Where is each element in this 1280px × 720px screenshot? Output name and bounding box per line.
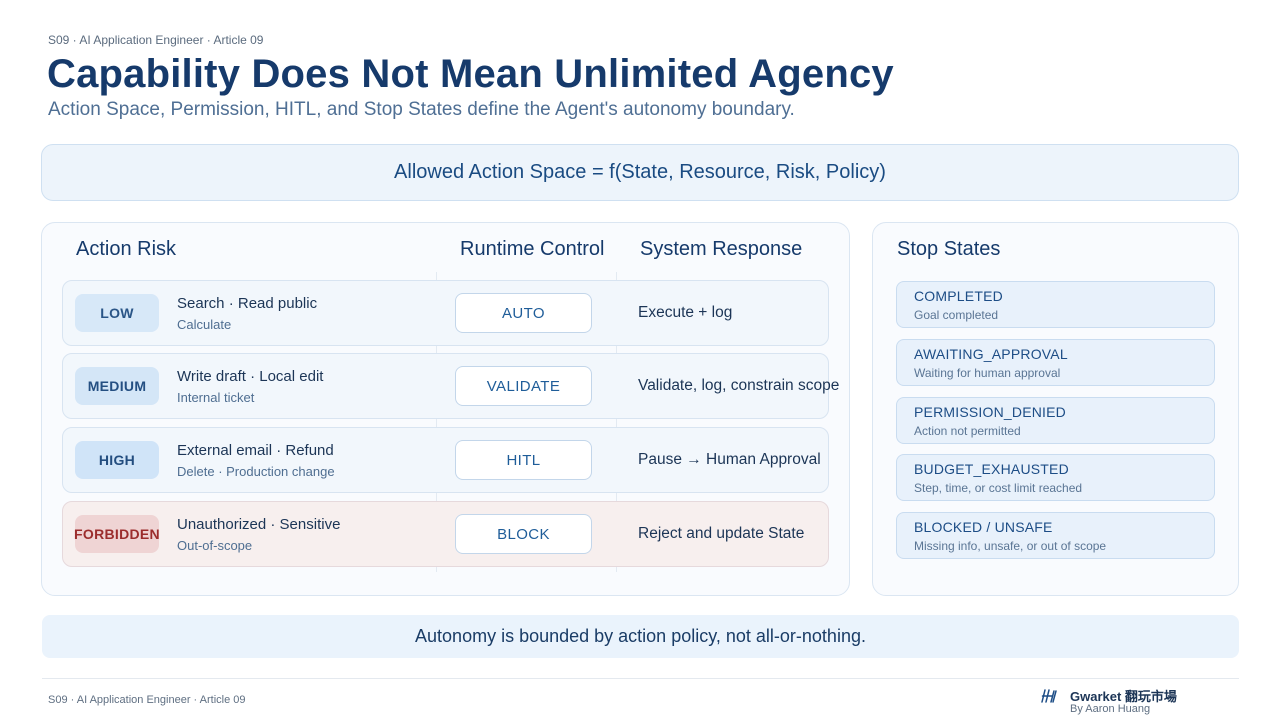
stop-state-name: BUDGET_EXHAUSTED xyxy=(914,461,1069,477)
risk-badge-forbidden: FORBIDDEN xyxy=(74,515,160,553)
stop-state-desc: Missing info, unsafe, or out of scope xyxy=(914,539,1107,553)
formula-banner: Allowed Action Space = f(State, Resource… xyxy=(41,144,1239,201)
stop-state-desc: Action not permitted xyxy=(914,424,1021,438)
stop-state-name: AWAITING_APPROVAL xyxy=(914,346,1068,362)
gwarket-logo-icon xyxy=(1041,689,1057,703)
brand-author: By Aaron Huang xyxy=(1070,703,1151,715)
stop-state-budget-exhausted: BUDGET_EXHAUSTED Step, time, or cost lim… xyxy=(896,454,1215,501)
action-title: Search · Read public xyxy=(177,295,318,312)
system-response: Pause → Human Approval xyxy=(638,451,821,468)
control-pill-validate: VALIDATE xyxy=(455,366,592,406)
system-response: Execute + log xyxy=(638,304,733,321)
stop-state-name: COMPLETED xyxy=(914,288,1003,304)
col-header-system-response: System Response xyxy=(640,238,803,260)
col-header-runtime-control: Runtime Control xyxy=(460,238,605,260)
bottom-note: Autonomy is bounded by action policy, no… xyxy=(415,626,866,646)
stop-state-name: PERMISSION_DENIED xyxy=(914,404,1066,420)
system-response: Validate, log, constrain scope xyxy=(638,377,840,394)
header-kicker: S09 · AI Application Engineer · Article … xyxy=(48,33,264,47)
action-subtitle: Calculate xyxy=(177,317,232,332)
stop-states-heading: Stop States xyxy=(897,238,1001,260)
stop-state-name: BLOCKED / UNSAFE xyxy=(914,519,1053,535)
bottom-note-banner: Autonomy is bounded by action policy, no… xyxy=(42,615,1239,658)
stop-state-completed: COMPLETED Goal completed xyxy=(896,281,1215,328)
stop-state-blocked-unsafe: BLOCKED / UNSAFE Missing info, unsafe, o… xyxy=(896,512,1215,559)
risk-badge-low: LOW xyxy=(75,294,159,332)
stop-state-awaiting-approval: AWAITING_APPROVAL Waiting for human appr… xyxy=(896,339,1215,386)
action-subtitle: Internal ticket xyxy=(177,390,255,405)
col-header-action-risk: Action Risk xyxy=(76,238,177,260)
action-subtitle: Delete · Production change xyxy=(177,464,335,479)
action-title: External email · Refund xyxy=(177,442,334,459)
footer-divider xyxy=(42,678,1239,679)
stop-state-desc: Step, time, or cost limit reached xyxy=(914,481,1083,495)
stop-state-permission-denied: PERMISSION_DENIED Action not permitted xyxy=(896,397,1215,444)
page-title: Capability Does Not Mean Unlimited Agenc… xyxy=(47,52,894,96)
control-pill-auto: AUTO xyxy=(455,293,592,333)
page-subtitle: Action Space, Permission, HITL, and Stop… xyxy=(48,99,795,120)
risk-badge-high: HIGH xyxy=(75,441,159,479)
risk-badge-medium: MEDIUM xyxy=(75,367,159,405)
control-pill-block: BLOCK xyxy=(455,514,592,554)
stop-state-desc: Goal completed xyxy=(914,308,999,322)
stop-state-desc: Waiting for human approval xyxy=(914,366,1061,380)
control-pill-hitl: HITL xyxy=(455,440,592,480)
formula-text: Allowed Action Space = f(State, Resource… xyxy=(394,161,886,183)
action-title: Write draft · Local edit xyxy=(177,368,324,385)
action-subtitle: Out-of-scope xyxy=(177,538,253,553)
system-response: Reject and update State xyxy=(638,525,805,542)
footer-kicker: S09 · AI Application Engineer · Article … xyxy=(48,694,246,706)
action-title: Unauthorized · Sensitive xyxy=(177,516,341,533)
